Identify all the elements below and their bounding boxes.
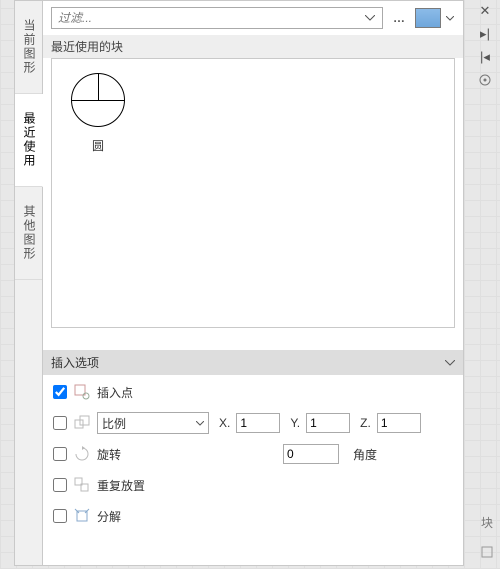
rotation-unit-label: 角度: [353, 446, 377, 463]
blocks-list[interactable]: 圆: [51, 58, 455, 328]
block-name-label: 圆: [58, 137, 138, 154]
option-row-explode: 分解: [53, 505, 453, 527]
scale-mode-select[interactable]: 比例: [97, 412, 209, 434]
side-tab-recent[interactable]: 最近使用: [15, 94, 43, 187]
insertion-point-icon: [73, 383, 91, 401]
scale-mode-label: 比例: [102, 415, 126, 432]
thumbnail-view-button[interactable]: [415, 8, 441, 28]
collapse-right-icon: ▸|: [480, 26, 490, 41]
repeat-label: 重复放置: [97, 477, 145, 494]
block-thumbnail: [63, 65, 133, 135]
collapse-left-icon: |◂: [480, 49, 490, 64]
scale-x-label: X.: [219, 416, 230, 430]
scale-x-input[interactable]: [236, 413, 280, 433]
chevron-down-icon: [446, 16, 454, 21]
settings-button[interactable]: [480, 545, 494, 559]
rotation-value-input[interactable]: [283, 444, 339, 464]
option-row-scale: 比例 X. Y. Z.: [53, 412, 453, 434]
view-mode-dropdown[interactable]: [445, 16, 455, 21]
scale-y-input[interactable]: [306, 413, 350, 433]
explode-label: 分解: [97, 508, 135, 525]
blocks-palette-panel: 当前图形 最近使用 其他图形 … 最近使用的块: [14, 0, 464, 566]
scale-y-label: Y.: [290, 416, 300, 430]
insertion-options-title: 插入选项: [51, 354, 99, 371]
circle-icon: [71, 73, 125, 127]
insertion-point-label: 插入点: [97, 384, 135, 401]
side-tab-strip: 当前图形 最近使用 其他图形: [15, 1, 43, 565]
recent-blocks-section-label: 最近使用的块: [43, 35, 463, 58]
scale-z-label: Z.: [360, 416, 371, 430]
filter-dropdown-button[interactable]: [362, 10, 378, 26]
filter-row: …: [43, 1, 463, 35]
repeat-checkbox[interactable]: [53, 478, 67, 492]
insertion-options-header[interactable]: 插入选项: [43, 350, 463, 375]
settings-icon: [480, 545, 494, 559]
insertion-options-body: 插入点 比例 X. Y. Z.: [43, 375, 463, 537]
collapse-left-button[interactable]: |◂: [480, 50, 490, 63]
rotation-icon: [73, 445, 91, 463]
explode-checkbox[interactable]: [53, 509, 67, 523]
rotation-label: 旋转: [97, 446, 135, 463]
side-tab-other-drawing[interactable]: 其他图形: [15, 187, 42, 280]
panel-menu-button[interactable]: [478, 73, 492, 87]
scale-icon: [73, 414, 91, 432]
block-item[interactable]: 圆: [58, 65, 138, 154]
right-bottom-icons: 块: [480, 514, 494, 559]
scale-checkbox[interactable]: [53, 416, 67, 430]
ellipsis-icon: …: [393, 11, 405, 25]
filter-input[interactable]: [56, 10, 362, 26]
anchor-icon: 块: [481, 516, 493, 530]
chevron-down-icon: [196, 421, 204, 426]
filter-input-wrap: [51, 7, 383, 29]
repeat-icon: [73, 476, 91, 494]
side-tab-current-drawing[interactable]: 当前图形: [15, 1, 42, 94]
close-icon: ✕: [480, 3, 491, 18]
chevron-down-icon: [365, 15, 375, 21]
anchor-button[interactable]: 块: [481, 514, 493, 531]
scale-z-input[interactable]: [377, 413, 421, 433]
panel-control-strip: ✕ ▸| |◂: [472, 4, 498, 87]
option-row-repeat: 重复放置: [53, 474, 453, 496]
panel-body: … 最近使用的块 圆 插入选项: [43, 1, 463, 565]
chevron-down-icon: [445, 360, 455, 366]
browse-button[interactable]: …: [387, 7, 411, 29]
explode-icon: [73, 507, 91, 525]
rotation-checkbox[interactable]: [53, 447, 67, 461]
collapse-right-button[interactable]: ▸|: [480, 27, 490, 40]
option-row-rotation: 旋转 角度: [53, 443, 453, 465]
gear-icon: [478, 73, 492, 87]
option-row-insertion-point: 插入点: [53, 381, 453, 403]
insertion-point-checkbox[interactable]: [53, 385, 67, 399]
close-panel-button[interactable]: ✕: [480, 4, 491, 17]
